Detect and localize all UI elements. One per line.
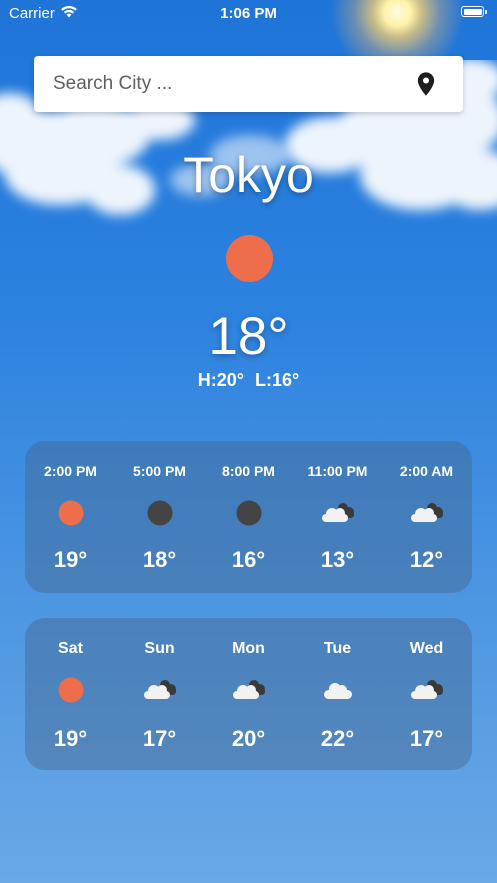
daily-item: Sat 19°	[28, 618, 114, 770]
daily-item: Wed 17°	[384, 618, 470, 770]
city-name: Tokyo	[183, 147, 314, 203]
low-temperature: L:16°	[255, 370, 300, 390]
high-low: H:20° L:16°	[0, 370, 497, 391]
hourly-item: 2:00 AM 12°	[384, 441, 470, 593]
current-temperature: 18°	[208, 307, 289, 366]
daily-forecast: Sat 19° Sun 17° Mon 20° Tue 22° Wed 17°	[25, 618, 472, 770]
daily-day: Sat	[58, 640, 83, 657]
hourly-time: 2:00 AM	[399, 463, 454, 479]
location-pin-icon[interactable]	[412, 70, 440, 98]
status-time: 1:06 PM	[220, 5, 277, 22]
daily-day: Mon	[232, 640, 265, 657]
clouds-icon	[232, 680, 265, 699]
hourly-temp: 13°	[320, 547, 355, 572]
search-input[interactable]	[34, 56, 404, 112]
clouds-icon	[143, 680, 176, 699]
clouds-icon	[321, 503, 354, 522]
daily-day: Tue	[323, 640, 352, 657]
sun-icon	[58, 500, 83, 526]
sun-icon	[58, 677, 83, 703]
hourly-item: 8:00 PM 16°	[206, 441, 292, 593]
daily-temp: 17°	[142, 726, 177, 751]
daily-day: Wed	[409, 640, 444, 657]
daily-item: Tue 22°	[295, 618, 381, 770]
hourly-item: 2:00 PM 19°	[28, 441, 114, 593]
moon-icon	[236, 500, 261, 526]
hourly-temp: 16°	[231, 547, 266, 572]
hourly-time: 8:00 PM	[222, 463, 275, 479]
weather-screen: Carrier 1:06 PM Tokyo 18° H:20° L:16° 2:0…	[0, 0, 497, 883]
hourly-item: 5:00 PM 18°	[117, 441, 203, 593]
hourly-time: 11:00 PM	[307, 463, 368, 479]
daily-temp: 20°	[231, 726, 266, 751]
hourly-temp: 12°	[409, 547, 444, 572]
clouds-icon	[410, 503, 443, 522]
hourly-temp: 19°	[53, 547, 88, 572]
moon-icon	[147, 500, 172, 526]
daily-item: Sun 17°	[117, 618, 203, 770]
hourly-forecast: 2:00 PM 19° 5:00 PM 18° 8:00 PM 16° 11:0…	[25, 441, 472, 593]
sun-icon	[226, 235, 273, 282]
hourly-time: 5:00 PM	[133, 463, 186, 479]
battery-icon	[461, 6, 484, 17]
hourly-temp: 18°	[142, 547, 177, 572]
cloud-icon	[323, 683, 352, 699]
daily-temp: 19°	[53, 726, 88, 751]
hourly-item: 11:00 PM 13°	[295, 441, 381, 593]
hourly-time: 2:00 PM	[44, 463, 97, 479]
battery-tip	[485, 10, 487, 14]
daily-temp: 22°	[320, 726, 355, 751]
high-temperature: H:20°	[197, 370, 244, 390]
daily-day: Sun	[144, 640, 175, 657]
clouds-icon	[410, 680, 443, 699]
search-bar	[34, 56, 463, 112]
daily-temp: 17°	[409, 726, 444, 751]
daily-item: Mon 20°	[206, 618, 292, 770]
status-bar: Carrier 1:06 PM	[0, 0, 497, 28]
